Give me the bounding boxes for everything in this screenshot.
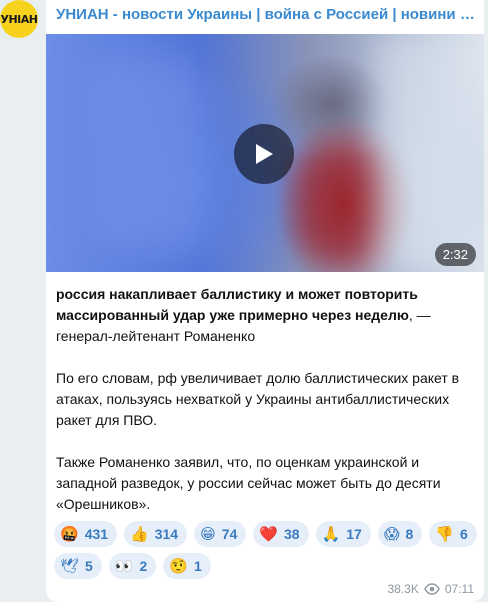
- reaction-raised-eyebrow[interactable]: 🤨 1: [163, 553, 211, 579]
- channel-logo: УНІАН: [0, 12, 39, 26]
- screaming-face-icon: 😱: [383, 525, 400, 543]
- dove-icon: 🕊: [60, 557, 80, 575]
- heart-icon: ❤️: [259, 525, 278, 543]
- channel-avatar[interactable]: УНІАН: [0, 0, 38, 38]
- reaction-count: 6: [459, 526, 468, 542]
- message-time: 07:11: [444, 582, 474, 596]
- reaction-grin[interactable]: 😁 74: [194, 521, 247, 547]
- video-duration: 2:32: [434, 243, 476, 266]
- reaction-thumbs-down[interactable]: 👎 6: [429, 521, 477, 547]
- reaction-count: 5: [85, 558, 93, 574]
- message-text: россия накапливает баллистику и может по…: [56, 284, 474, 536]
- thumbs-down-icon: 👎: [435, 525, 454, 543]
- reaction-count: 2: [139, 558, 148, 574]
- message-bubble: УНИАН - новости Украины | война с Россие…: [46, 0, 484, 602]
- reaction-count: 8: [405, 526, 414, 542]
- message-paragraph: По его словам, рф увеличивает долю балли…: [56, 370, 460, 428]
- message-paragraph: Также Романенко заявил, что, по оценкам …: [56, 454, 441, 512]
- eye-icon: [424, 583, 440, 595]
- reaction-count: 314: [154, 526, 179, 542]
- grin-face-icon: 😁: [200, 525, 216, 543]
- angry-face-icon: 🤬: [60, 525, 79, 543]
- reaction-thumbs-up[interactable]: 👍 314: [124, 521, 188, 547]
- message-lead-bold: россия накапливает баллистику и может по…: [56, 286, 418, 323]
- message-lead: россия накапливает баллистику и может по…: [56, 284, 474, 347]
- reaction-count: 431: [84, 526, 109, 542]
- video-blur: [296, 144, 386, 264]
- praying-hands-icon: 🙏: [321, 525, 341, 543]
- reaction-heart[interactable]: ❤️ 38: [253, 521, 309, 547]
- reaction-count: 1: [194, 558, 202, 574]
- raised-eyebrow-face-icon: 🤨: [169, 557, 189, 575]
- play-button[interactable]: [234, 124, 294, 184]
- reaction-eyes[interactable]: 👀 2: [108, 553, 157, 579]
- reactions-bar: 🤬 431 👍 314 😁 74 ❤️ 38 🙏 17 😱 8 👎 6 🕊 5 👀 2 🤨 1: [54, 521, 478, 579]
- play-icon: [256, 144, 273, 164]
- reaction-angry[interactable]: 🤬 431: [54, 521, 118, 547]
- reaction-count: 17: [346, 526, 362, 542]
- view-count: 38.3K: [387, 582, 419, 596]
- eyes-icon: 👀: [114, 557, 134, 575]
- message-meta: 38.3K 07:11: [388, 582, 475, 596]
- video-blur: [86, 54, 206, 254]
- reaction-pray[interactable]: 🙏 17: [315, 521, 371, 547]
- reaction-count: 74: [221, 526, 238, 542]
- video-blur: [376, 34, 484, 272]
- reaction-dove[interactable]: 🕊 5: [54, 553, 102, 579]
- reaction-count: 38: [284, 526, 300, 542]
- channel-title[interactable]: УНИАН - новости Украины | война с Россие…: [56, 6, 476, 23]
- video-preview[interactable]: 2:32: [46, 34, 484, 272]
- thumbs-up-icon: 👍: [130, 525, 149, 543]
- reaction-scream[interactable]: 😱 8: [377, 521, 423, 547]
